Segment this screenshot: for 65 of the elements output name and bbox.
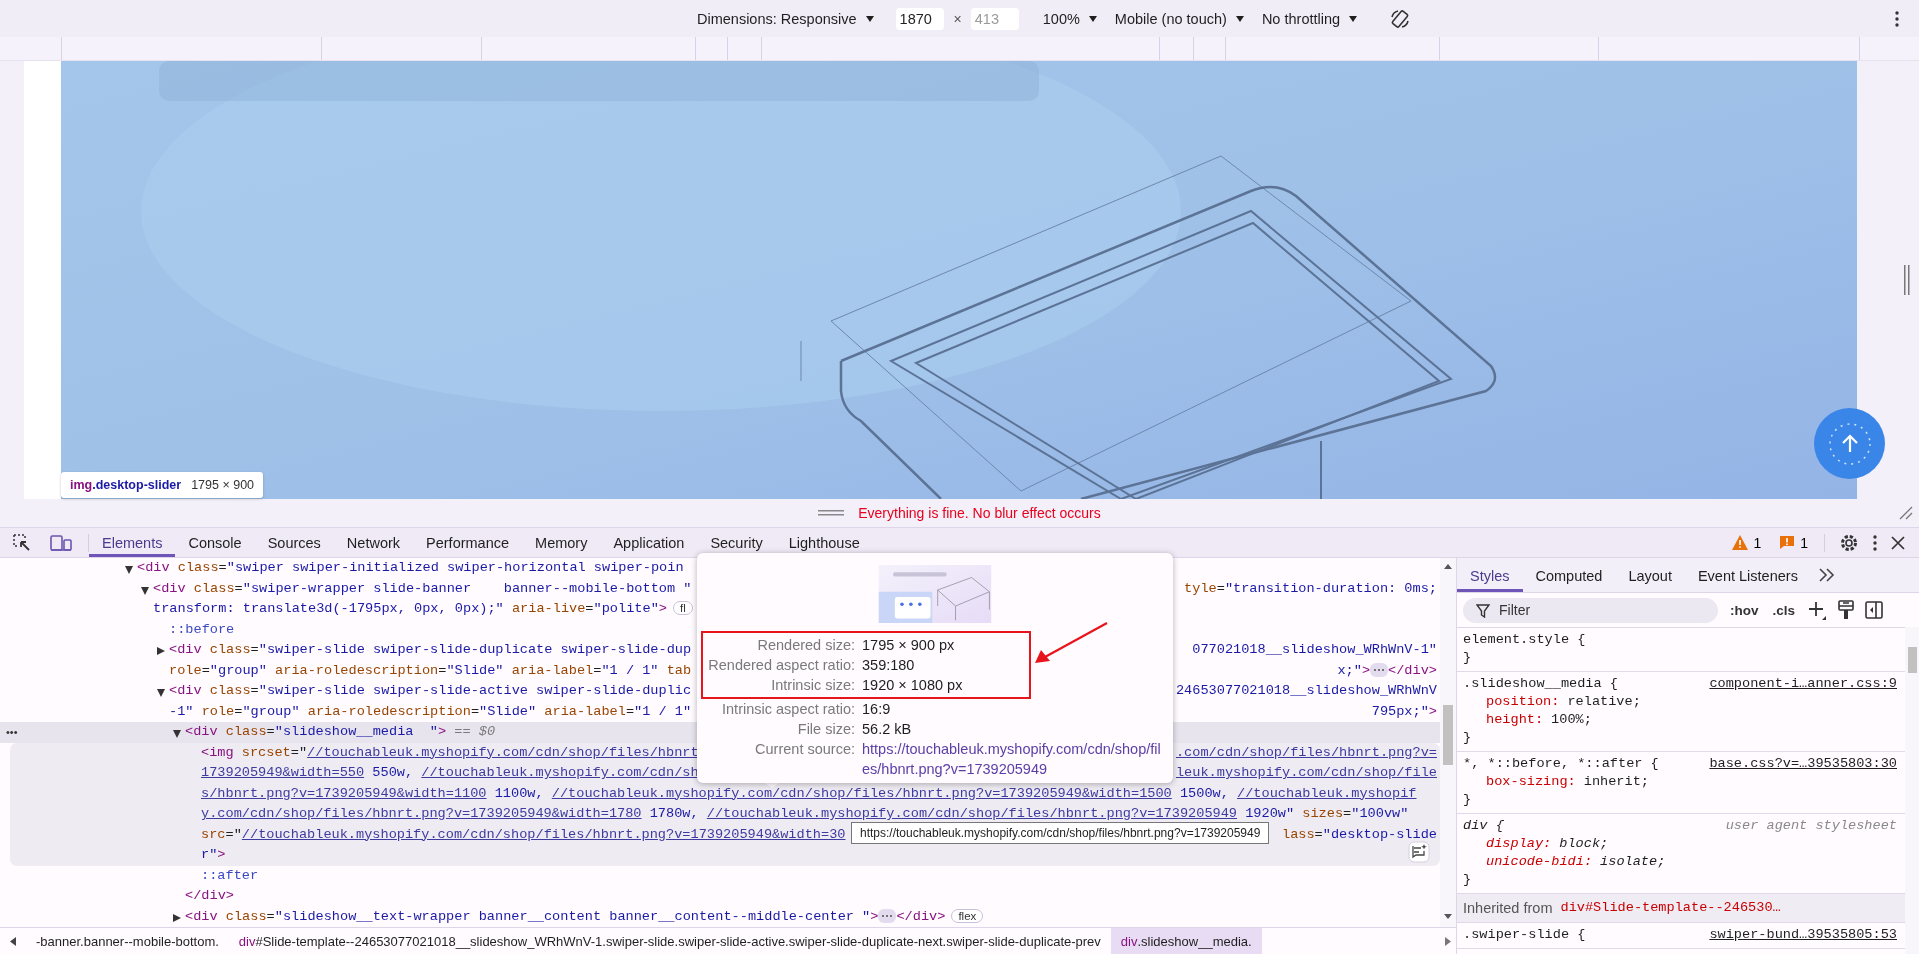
info-value: 16:9 xyxy=(862,700,892,719)
code-text: 1100w, xyxy=(493,785,545,801)
code-line: 24653077021018__slideshow_WRhWnV xyxy=(1175,683,1437,698)
code-line: 795px;"> xyxy=(1371,703,1437,719)
css-value: 100%; xyxy=(1551,711,1592,729)
css-value: relative; xyxy=(1567,693,1641,711)
element-selector: img.desktop-slider xyxy=(70,478,182,492)
code-text: src=" xyxy=(201,826,242,842)
info-label: Intrinsic size: xyxy=(770,676,856,695)
css-selector: element.style { xyxy=(1463,631,1586,649)
info-value: 359:180 xyxy=(862,656,916,675)
code-text: <div class="slideshow__text-wrapper banner__content banner__content--middle-center "> xyxy=(185,908,879,924)
code-line: </div> xyxy=(185,888,234,903)
info-label: File size: xyxy=(796,720,856,739)
inherited-label: Inherited from xyxy=(1463,900,1553,916)
code-line: <div class="swiper-slide swiper-slide-active swiper-slide-duplic xyxy=(169,683,692,698)
code-line: ::before xyxy=(169,621,235,637)
code-text: 1920w" sizes="100vw" xyxy=(1244,806,1409,821)
status-message: Everything is fine. No blur effect occurs xyxy=(858,505,1101,521)
dimension-separator: × xyxy=(953,10,962,27)
code-text: role="group" aria-roledescription="Slide" aria-label="1 / 1" tab xyxy=(169,662,692,678)
closing-brace: } xyxy=(1463,649,1472,667)
code-text: </div> xyxy=(896,908,946,924)
css-selector: div { xyxy=(1463,817,1504,835)
css-value: isolate; xyxy=(1600,853,1666,871)
code-text: lass="desktop-slide xyxy=(1281,826,1437,842)
css-property: box-sizing: xyxy=(1486,773,1576,791)
code-line: r"> xyxy=(201,847,226,862)
closing-brace: } xyxy=(1463,791,1472,809)
closing-brace: } xyxy=(1463,871,1472,889)
code-line: <div class="swiper-wrapper slide-banner banner--mobile-bottom " xyxy=(153,580,692,596)
info-label: Current source: xyxy=(754,740,856,759)
css-selector: .swiper-slide { xyxy=(1463,926,1586,944)
stylesheet-source: user agent stylesheet xyxy=(1725,817,1897,835)
info-label: Rendered aspect ratio: xyxy=(707,656,856,675)
css-property: unicode-bidi: xyxy=(1486,853,1593,871)
info-label: Rendered size: xyxy=(756,636,856,655)
code-text: 1500w, xyxy=(1178,785,1230,801)
code-line: tyle="transition-duration: 0ms; xyxy=(1184,580,1437,596)
css-value: inherit; xyxy=(1583,773,1649,791)
url-tooltip: https://touchableuk.myshopify.com/cdn/shop/files/hbnrt.png?v=1739205949 xyxy=(851,822,1270,844)
element-size: 1795 × 900 xyxy=(191,478,255,492)
closing-brace: } xyxy=(1463,729,1472,747)
code-text: <img srcset=" xyxy=(201,744,308,760)
css-value: block; xyxy=(1559,835,1609,853)
code-text: 550w, xyxy=(371,765,415,780)
css-property: height: xyxy=(1486,711,1544,729)
css-selector: *, *::before, *::after { xyxy=(1463,755,1659,773)
info-value: 1795 × 900 px xyxy=(862,636,956,655)
info-label: Intrinsic aspect ratio: xyxy=(721,700,856,719)
code-text: 1780w, xyxy=(648,806,700,821)
code-text: transform: translate3d(-1795px, 0px, 0px);" aria-live="polite"> xyxy=(153,601,667,616)
code-line: -1" role="group" aria-roledescription="Slide" aria-label="1 / 1" xyxy=(169,703,692,719)
css-selector: .slideshow__media { xyxy=(1463,675,1618,693)
code-line: <div class="slideshow__media "> == $0 xyxy=(185,724,496,739)
css-property: position: xyxy=(1486,693,1560,711)
info-value: 56.2 kB xyxy=(862,720,913,739)
code-line: ::after xyxy=(201,867,259,883)
code-text: x;"> xyxy=(1337,662,1371,678)
css-property: display: xyxy=(1486,835,1552,853)
code-line: <div class="swiper swiper-initialized swiper-horizontal swiper-poin xyxy=(137,560,684,575)
info-value: 1920 × 1080 px xyxy=(862,676,964,695)
code-line: 077021018__slideshow_WRhWnV-1" xyxy=(1192,642,1437,657)
code-text: </div> xyxy=(1388,662,1437,678)
code-line: <div class="swiper-slide swiper-slide-duplicate swiper-slide-dup xyxy=(169,642,692,657)
